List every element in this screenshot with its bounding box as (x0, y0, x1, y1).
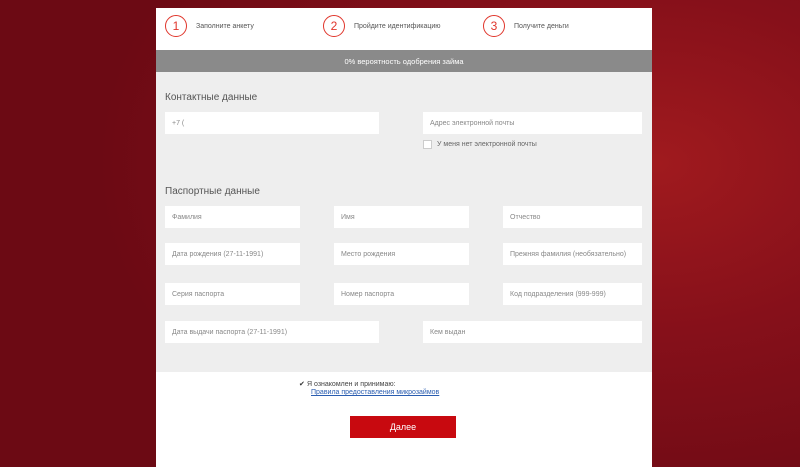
step-1: 1 Заполните анкету (165, 14, 254, 38)
birth-place-input[interactable]: Место рождения (334, 243, 469, 265)
issued-by-input[interactable]: Кем выдан (423, 321, 642, 343)
rules-link[interactable]: Правила предоставления микрозаймов (311, 389, 439, 396)
step-1-label: Заполните анкету (196, 22, 254, 30)
no-email-checkbox[interactable] (423, 140, 432, 149)
step-3: 3 Получите деньги (483, 14, 569, 38)
step-3-number: 3 (483, 15, 505, 37)
no-email-label: У меня нет электронной почты (437, 141, 537, 148)
phone-input[interactable]: +7 ( (165, 112, 379, 134)
step-2-number: 2 (323, 15, 345, 37)
step-2: 2 Пройдите идентификацию (323, 14, 441, 38)
step-1-number: 1 (165, 15, 187, 37)
email-input[interactable]: Адрес электронной почты (423, 112, 642, 134)
application-card: 1 Заполните анкету 2 Пройдите идентифика… (156, 8, 652, 467)
birth-date-input[interactable]: Дата рождения (27-11-1991) (165, 243, 300, 265)
step-2-label: Пройдите идентификацию (354, 22, 441, 30)
division-code-input[interactable]: Код подразделения (999-999) (503, 283, 642, 305)
previous-surname-input[interactable]: Прежняя фамилия (необязательно) (503, 243, 642, 265)
first-name-input[interactable]: Имя (334, 206, 469, 228)
application-form: Контактные данные +7 ( Адрес электронной… (156, 72, 652, 372)
passport-number-input[interactable]: Номер паспорта (334, 283, 469, 305)
no-email-option[interactable]: У меня нет электронной почты (423, 140, 537, 149)
step-3-label: Получите деньги (514, 22, 569, 30)
issue-date-input[interactable]: Дата выдачи паспорта (27-11-1991) (165, 321, 379, 343)
last-name-input[interactable]: Фамилия (165, 206, 300, 228)
contact-section-title: Контактные данные (165, 92, 258, 103)
agreement-line[interactable]: ✔ Я ознакомлен и принимаю: (299, 380, 439, 389)
passport-section-title: Паспортные данные (165, 186, 260, 197)
approval-probability-bar: 0% вероятность одобрения займа (156, 50, 652, 72)
passport-series-input[interactable]: Серия паспорта (165, 283, 300, 305)
checkmark-icon[interactable]: ✔ (299, 380, 306, 388)
agreement-text: Я ознакомлен и принимаю: (307, 380, 396, 388)
patronymic-input[interactable]: Отчество (503, 206, 642, 228)
next-button[interactable]: Далее (350, 416, 456, 438)
steps-bar: 1 Заполните анкету 2 Пройдите идентифика… (156, 8, 652, 44)
agreement-block: ✔ Я ознакомлен и принимаю: Правила предо… (299, 380, 439, 397)
